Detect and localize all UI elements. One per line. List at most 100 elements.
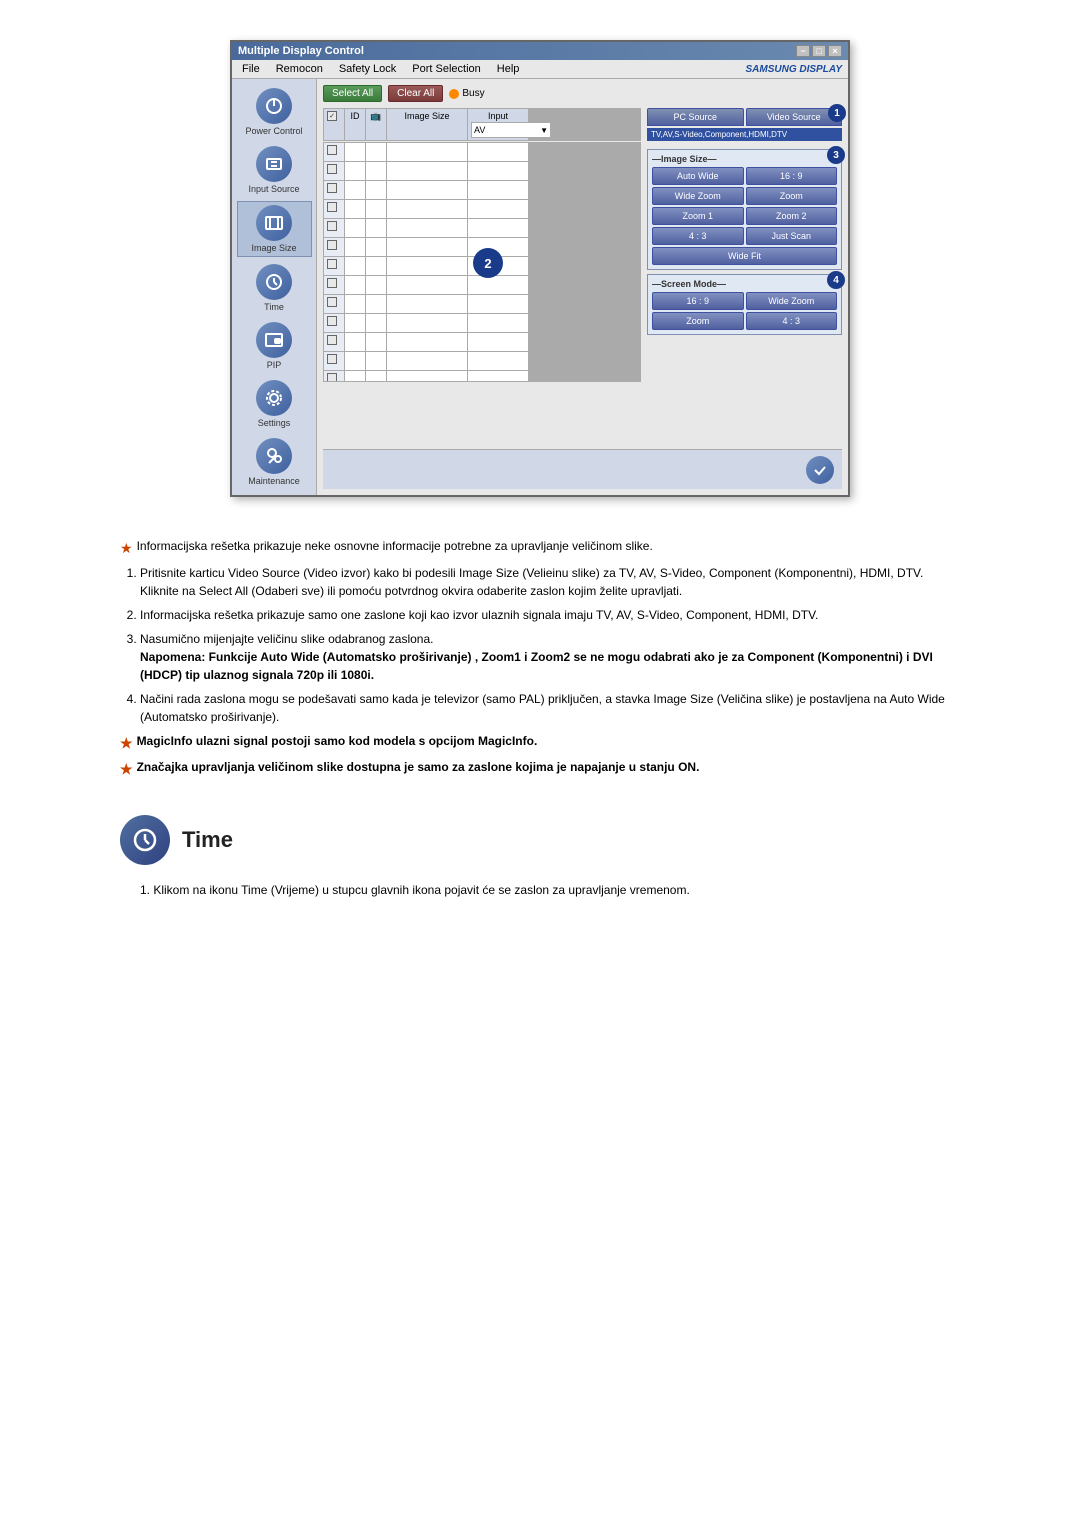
row-check[interactable] [324,314,344,332]
sidebar-item-image[interactable]: Image Size [237,201,312,257]
app-window: Multiple Display Control − □ × File Remo… [230,40,850,497]
time-icon [256,264,292,300]
star-icon-2: ★ [120,733,133,755]
sidebar-item-power[interactable]: Power Control [237,85,312,139]
grid-col-image-size: Image Size [387,109,467,140]
select-all-button[interactable]: Select All [323,85,382,102]
row-check[interactable] [324,238,344,256]
item1-main: Pritisnite karticu Video Source (Video i… [140,566,923,580]
row-check[interactable] [324,162,344,180]
clear-all-button[interactable]: Clear All [388,85,443,102]
image-size-label: —Image Size— [652,154,837,164]
grid-col-tv: 📺 [366,109,386,140]
busy-dot [449,89,459,99]
ok-button[interactable] [806,456,834,484]
zoom1-button[interactable]: Zoom 1 [652,207,744,225]
star-icon-1: ★ [120,538,133,560]
text-content: ★ Informacijska rešetka prikazuje neke o… [60,527,1020,795]
grid-area: ID 📺 Image Size Input AV ▼ [323,108,641,445]
sidebar-settings-label: Settings [258,418,291,428]
list-item-3: Nasumično mijenjajte veličinu slike odab… [140,630,960,684]
sidebar-item-input[interactable]: Input Source [237,143,312,197]
star-note-2: ★ MagicInfo ulazni signal postoji samo k… [120,732,960,755]
table-row [324,295,640,313]
menu-file[interactable]: File [238,62,264,76]
ratio-16-9-button[interactable]: 16 : 9 [746,167,838,185]
zoom2-button[interactable]: Zoom 2 [746,207,838,225]
sidebar-power-label: Power Control [245,126,302,136]
maximize-button[interactable]: □ [812,45,826,57]
row-check[interactable] [324,295,344,313]
ratio-4-3-button[interactable]: 4 : 3 [652,227,744,245]
row-check[interactable] [324,333,344,351]
menu-safety-lock[interactable]: Safety Lock [335,62,400,76]
source-panel: 1 PC Source Video Source TV,AV,S-Video,C… [647,108,842,145]
zoom-button[interactable]: Zoom [746,187,838,205]
sidebar-item-settings[interactable]: Settings [237,377,312,431]
star-note-3-text: Značajka upravljanja veličinom slike dos… [137,758,700,777]
scan-badge-area: 2 [473,248,503,278]
sidebar-item-pip[interactable]: PIP [237,319,312,373]
screen-4-3-button[interactable]: 4 : 3 [746,312,838,330]
row-check[interactable] [324,257,344,275]
image-size-group: 3 —Image Size— Auto Wide 16 : 9 Wide Zoo… [647,149,842,270]
numbered-list: Pritisnite karticu Video Source (Video i… [120,564,960,726]
menu-help[interactable]: Help [493,62,524,76]
pc-source-tab[interactable]: PC Source [647,108,744,126]
input-scrollbar[interactable]: AV ▼ [471,122,551,138]
grid-col-input: Input AV ▼ [468,109,528,140]
header-checkbox[interactable] [327,111,337,121]
row-check[interactable] [324,143,344,161]
toolbar: Select All Clear All Busy [323,85,842,102]
sidebar-image-label: Image Size [251,243,296,253]
image-size-buttons: Auto Wide 16 : 9 Wide Zoom Zoom Zoom 1 Z… [652,167,837,265]
left-sidebar: Power Control Input Source [232,79,317,495]
close-button[interactable]: × [828,45,842,57]
input-value: AV [474,125,485,135]
time-desc-text: 1. Klikom na ikonu Time (Vrijeme) u stup… [140,881,960,900]
row-check[interactable] [324,200,344,218]
settings-icon [256,380,292,416]
sidebar-pip-label: PIP [267,360,282,370]
screen-zoom-button[interactable]: Zoom [652,312,744,330]
row-check[interactable] [324,219,344,237]
grid-col-check [324,109,344,140]
menu-port-selection[interactable]: Port Selection [408,62,484,76]
screen-wide-zoom-button[interactable]: Wide Zoom [746,292,838,310]
scan-badge: 2 [473,248,503,278]
wide-zoom-button[interactable]: Wide Zoom [652,187,744,205]
time-section: Time 1. Klikom na ikonu Time (Vrijeme) u… [60,795,1020,920]
table-row [324,181,640,199]
wide-fit-button[interactable]: Wide Fit [652,247,837,265]
item1-sub: Kliknite na Select All (Odaberi sve) ili… [140,584,682,598]
list-item-2: Informacijska rešetka prikazuje samo one… [140,606,960,624]
time-section-icon [120,815,170,865]
screen-mode-buttons: 16 : 9 Wide Zoom Zoom 4 : 3 [652,292,837,330]
menu-bar: File Remocon Safety Lock Port Selection … [232,60,848,79]
minimize-button[interactable]: − [796,45,810,57]
item3-title: Nasumično mijenjajte veličinu slike odab… [140,632,434,646]
grid-header: ID 📺 Image Size Input AV ▼ [323,108,641,141]
screen-mode-group: 4 —Screen Mode— 16 : 9 Wide Zoom Zoom 4 … [647,274,842,335]
row-check[interactable] [324,276,344,294]
table-row [324,314,640,332]
table-row [324,276,640,294]
table-row [324,333,640,351]
power-icon [256,88,292,124]
row-check[interactable] [324,181,344,199]
sidebar-item-time[interactable]: Time [237,261,312,315]
screen-mode-label: —Screen Mode— [652,279,837,289]
screen-16-9-button[interactable]: 16 : 9 [652,292,744,310]
row-check[interactable] [324,352,344,370]
menu-remocon[interactable]: Remocon [272,62,327,76]
table-row [324,352,640,370]
just-scan-button[interactable]: Just Scan [746,227,838,245]
source-info-bar: TV,AV,S-Video,Component,HDMI,DTV [647,128,842,141]
scroll-down-arrow[interactable]: ▼ [540,126,548,135]
sidebar-item-maintenance[interactable]: Maintenance [237,435,312,489]
app-content: Power Control Input Source [232,79,848,495]
row-check[interactable] [324,371,344,382]
star-note-2-text: MagicInfo ulazni signal postoji samo kod… [137,732,538,751]
auto-wide-button[interactable]: Auto Wide [652,167,744,185]
time-header: Time [120,815,960,865]
